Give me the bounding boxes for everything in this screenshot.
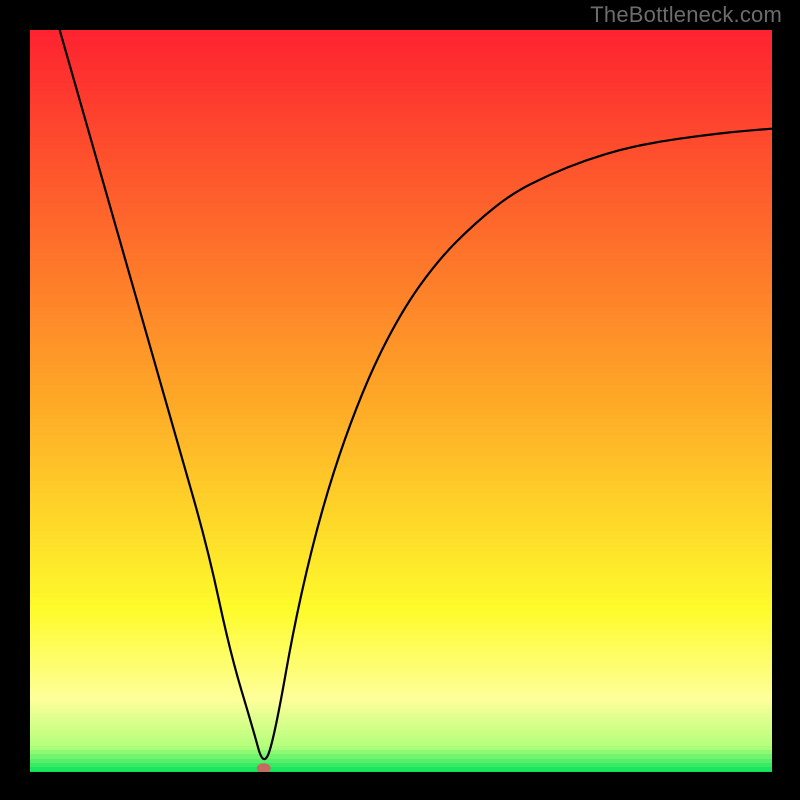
curve-svg (30, 30, 772, 772)
plot-area (30, 30, 772, 772)
watermark-label: TheBottleneck.com (590, 2, 782, 28)
minimum-marker (257, 763, 271, 772)
bottleneck-curve (60, 30, 772, 759)
chart-frame: TheBottleneck.com (0, 0, 800, 800)
